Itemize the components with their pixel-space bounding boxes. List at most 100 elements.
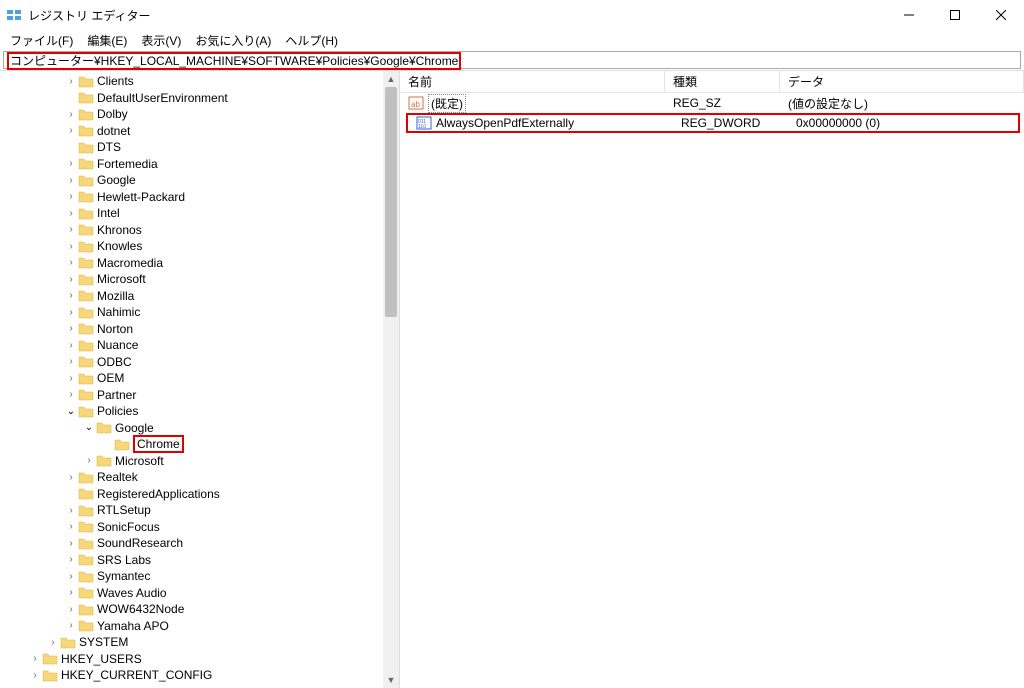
expand-icon[interactable]: › bbox=[28, 653, 42, 664]
tree-item[interactable]: ›SoundResearch bbox=[0, 535, 399, 552]
collapse-icon[interactable]: ⌄ bbox=[82, 422, 96, 433]
expand-icon[interactable]: › bbox=[64, 307, 78, 318]
tree-item[interactable]: ›Microsoft bbox=[0, 453, 399, 470]
expand-icon[interactable]: › bbox=[64, 191, 78, 202]
tree-item[interactable]: ›WOW6432Node bbox=[0, 601, 399, 618]
minimize-button[interactable] bbox=[886, 0, 932, 30]
tree-item[interactable]: ›Microsoft bbox=[0, 271, 399, 288]
col-data[interactable]: データ bbox=[780, 71, 1024, 92]
address-bar[interactable]: コンピューター¥HKEY_LOCAL_MACHINE¥SOFTWARE¥Poli… bbox=[3, 51, 1021, 69]
folder-icon bbox=[42, 652, 58, 666]
tree-item[interactable]: ›Symantec bbox=[0, 568, 399, 585]
expand-icon[interactable]: › bbox=[64, 175, 78, 186]
expand-icon[interactable]: › bbox=[64, 274, 78, 285]
tree-pane: ›ClientsDefaultUserEnvironment›Dolby›dot… bbox=[0, 71, 400, 688]
expand-icon[interactable]: › bbox=[64, 505, 78, 516]
collapse-icon[interactable]: ⌄ bbox=[64, 406, 78, 417]
expand-icon[interactable]: › bbox=[64, 76, 78, 87]
col-type[interactable]: 種類 bbox=[665, 71, 780, 92]
tree-item[interactable]: DefaultUserEnvironment bbox=[0, 90, 399, 107]
expand-icon[interactable]: › bbox=[64, 208, 78, 219]
tree-item[interactable]: ›SYSTEM bbox=[0, 634, 399, 651]
tree-item[interactable]: ⌄Google bbox=[0, 420, 399, 437]
tree-item[interactable]: ›SRS Labs bbox=[0, 552, 399, 569]
expand-icon[interactable]: › bbox=[64, 571, 78, 582]
expand-icon[interactable]: › bbox=[64, 538, 78, 549]
scroll-thumb[interactable] bbox=[385, 87, 397, 317]
close-button[interactable] bbox=[978, 0, 1024, 30]
tree-item[interactable]: ›Nuance bbox=[0, 337, 399, 354]
tree-item[interactable]: ›HKEY_CURRENT_CONFIG bbox=[0, 667, 399, 684]
tree-item[interactable]: RegisteredApplications bbox=[0, 486, 399, 503]
expand-icon[interactable]: › bbox=[64, 587, 78, 598]
tree-item[interactable]: ›RTLSetup bbox=[0, 502, 399, 519]
tree-item[interactable]: ›dotnet bbox=[0, 123, 399, 140]
tree-item[interactable]: ›Norton bbox=[0, 321, 399, 338]
dword-value-icon: 011110 bbox=[416, 115, 432, 131]
expand-icon[interactable]: › bbox=[64, 604, 78, 615]
values-pane: 名前 種類 データ ab(既定)REG_SZ(値の設定なし) 011110 Alwa… bbox=[400, 71, 1024, 688]
values-list[interactable]: ab(既定)REG_SZ(値の設定なし) 011110 AlwaysOpenPdfE… bbox=[400, 93, 1024, 133]
tree-item[interactable]: ›HKEY_USERS bbox=[0, 651, 399, 668]
tree-item[interactable]: ›Partner bbox=[0, 387, 399, 404]
tree-item[interactable]: ›Fortemedia bbox=[0, 156, 399, 173]
expand-icon[interactable]: › bbox=[64, 472, 78, 483]
tree-item[interactable]: ›SonicFocus bbox=[0, 519, 399, 536]
menu-favorites[interactable]: お気に入り(A) bbox=[189, 31, 277, 50]
expand-icon[interactable]: › bbox=[64, 323, 78, 334]
tree-item[interactable]: ›Macromedia bbox=[0, 255, 399, 272]
scroll-down-icon[interactable]: ▼ bbox=[383, 672, 399, 688]
expand-icon[interactable]: › bbox=[64, 554, 78, 565]
col-name[interactable]: 名前 bbox=[400, 71, 665, 92]
value-name: AlwaysOpenPdfExternally bbox=[436, 116, 574, 130]
tree-item[interactable]: ›Khronos bbox=[0, 222, 399, 239]
expand-icon[interactable]: › bbox=[64, 158, 78, 169]
expand-icon[interactable]: › bbox=[64, 109, 78, 120]
expand-icon[interactable]: › bbox=[64, 373, 78, 384]
value-row[interactable]: 011110AlwaysOpenPdfExternallyREG_DWORD0x… bbox=[406, 113, 1020, 133]
maximize-button[interactable] bbox=[932, 0, 978, 30]
registry-tree[interactable]: ›ClientsDefaultUserEnvironment›Dolby›dot… bbox=[0, 71, 399, 686]
tree-item[interactable]: ›Knowles bbox=[0, 238, 399, 255]
tree-scrollbar[interactable]: ▲ ▼ bbox=[383, 71, 399, 688]
tree-item[interactable]: ›Nahimic bbox=[0, 304, 399, 321]
tree-item[interactable]: ›ODBC bbox=[0, 354, 399, 371]
tree-item[interactable]: ›Waves Audio bbox=[0, 585, 399, 602]
folder-icon bbox=[78, 619, 94, 633]
tree-item[interactable]: Chrome bbox=[0, 436, 399, 453]
expand-icon[interactable]: › bbox=[46, 637, 60, 648]
expand-icon[interactable]: › bbox=[64, 521, 78, 532]
expand-icon[interactable]: › bbox=[64, 340, 78, 351]
tree-item[interactable]: ›Dolby bbox=[0, 106, 399, 123]
tree-item[interactable]: ›Google bbox=[0, 172, 399, 189]
expand-icon[interactable]: › bbox=[64, 224, 78, 235]
tree-item[interactable]: ›Hewlett-Packard bbox=[0, 189, 399, 206]
menu-view[interactable]: 表示(V) bbox=[135, 31, 187, 50]
expand-icon[interactable]: › bbox=[64, 389, 78, 400]
tree-item[interactable]: ›OEM bbox=[0, 370, 399, 387]
expand-icon[interactable]: › bbox=[64, 125, 78, 136]
menu-file[interactable]: ファイル(F) bbox=[4, 31, 79, 50]
scroll-up-icon[interactable]: ▲ bbox=[383, 71, 399, 87]
window-controls bbox=[886, 0, 1024, 30]
expand-icon[interactable]: › bbox=[64, 257, 78, 268]
value-row[interactable]: ab(既定)REG_SZ(値の設定なし) bbox=[400, 93, 1024, 113]
folder-icon bbox=[60, 635, 76, 649]
expand-icon[interactable]: › bbox=[28, 670, 42, 681]
expand-icon[interactable]: › bbox=[64, 620, 78, 631]
tree-item[interactable]: ›Mozilla bbox=[0, 288, 399, 305]
tree-item[interactable]: ›Yamaha APO bbox=[0, 618, 399, 635]
menu-help[interactable]: ヘルプ(H) bbox=[279, 31, 344, 50]
tree-item[interactable]: ›Realtek bbox=[0, 469, 399, 486]
expand-icon[interactable]: › bbox=[64, 290, 78, 301]
tree-item[interactable]: ›Clients bbox=[0, 73, 399, 90]
tree-item[interactable]: ›Intel bbox=[0, 205, 399, 222]
expand-icon[interactable]: › bbox=[64, 356, 78, 367]
tree-item[interactable]: ⌄Policies bbox=[0, 403, 399, 420]
expand-icon[interactable]: › bbox=[64, 241, 78, 252]
tree-item[interactable]: DTS bbox=[0, 139, 399, 156]
expand-icon[interactable]: › bbox=[82, 455, 96, 466]
scroll-track[interactable] bbox=[383, 87, 399, 672]
menu-edit[interactable]: 編集(E) bbox=[81, 31, 133, 50]
folder-icon bbox=[78, 487, 94, 501]
